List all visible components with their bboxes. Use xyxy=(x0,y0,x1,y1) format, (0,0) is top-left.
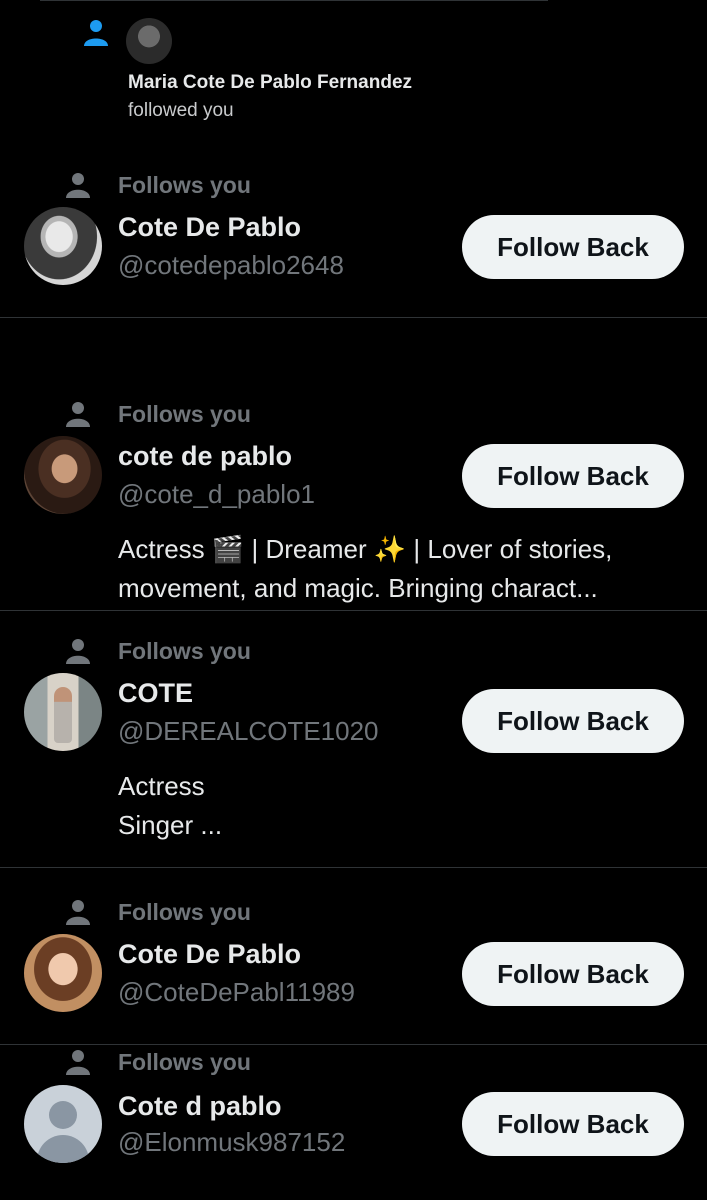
follow-back-button[interactable]: Follow Back xyxy=(462,444,684,508)
follower-row[interactable]: Follows you cote de pablo @cote_d_pablo1… xyxy=(0,389,707,611)
avatar[interactable] xyxy=(24,934,102,1012)
follower-row[interactable]: Follows you Cote De Pablo @cotedepablo26… xyxy=(0,160,707,318)
follower-bio: Actress 🎬 | Dreamer ✨ | Lover of stories… xyxy=(118,530,688,608)
follower-handle[interactable]: @cotedepablo2648 xyxy=(118,250,344,281)
person-icon xyxy=(84,20,108,46)
person-icon xyxy=(66,639,90,664)
follows-you-indicator: Follows you xyxy=(64,1047,251,1077)
follower-name[interactable]: Cote De Pablo xyxy=(118,212,301,243)
bio-line: movement, and magic. Bringing charact... xyxy=(118,573,598,603)
follows-you-label: Follows you xyxy=(118,637,251,664)
row-divider xyxy=(0,867,707,868)
follower-name[interactable]: Cote De Pablo xyxy=(118,939,301,970)
bio-line: Actress 🎬 | Dreamer ✨ | Lover of stories… xyxy=(118,534,613,564)
follower-name[interactable]: cote de pablo xyxy=(118,441,292,472)
follow-back-button[interactable]: Follow Back xyxy=(462,215,684,279)
follower-handle[interactable]: @CoteDePabl11989 xyxy=(118,977,355,1008)
avatar[interactable] xyxy=(24,207,102,285)
default-avatar-icon[interactable] xyxy=(24,1085,102,1163)
bio-line: Actress xyxy=(118,771,205,801)
follows-you-label: Follows you xyxy=(118,171,251,198)
bio-line: Singer ... xyxy=(118,810,223,840)
row-divider xyxy=(0,610,707,611)
follows-you-indicator: Follows you xyxy=(64,636,251,666)
person-icon xyxy=(66,900,90,925)
follower-row[interactable]: Follows you Cote De Pablo @CoteDePabl119… xyxy=(0,887,707,1045)
notification-avatar[interactable] xyxy=(126,18,172,64)
follower-row[interactable]: Follows you Cote d pablo @Elonmusk987152… xyxy=(0,1047,707,1200)
follows-you-indicator: Follows you xyxy=(64,897,251,927)
follow-back-button[interactable]: Follow Back xyxy=(462,942,684,1006)
follows-you-label: Follows you xyxy=(118,400,251,427)
follows-you-label: Follows you xyxy=(118,1048,251,1075)
follow-notification[interactable]: Maria Cote De Pablo Fernandez followed y… xyxy=(0,0,707,140)
follower-handle[interactable]: @DEREALCOTE1020 xyxy=(118,716,379,747)
follower-handle[interactable]: @cote_d_pablo1 xyxy=(118,479,315,510)
follow-back-button[interactable]: Follow Back xyxy=(462,1092,684,1156)
row-divider xyxy=(0,1044,707,1045)
person-icon xyxy=(66,1050,90,1075)
follow-back-button[interactable]: Follow Back xyxy=(462,689,684,753)
notification-user-name[interactable]: Maria Cote De Pablo Fernandez xyxy=(128,72,412,94)
avatar[interactable] xyxy=(24,436,102,514)
avatar[interactable] xyxy=(24,673,102,751)
follower-bio: Actress Singer ... xyxy=(118,767,688,845)
follows-you-indicator: Follows you xyxy=(64,399,251,429)
follows-you-indicator: Follows you xyxy=(64,170,251,200)
row-divider xyxy=(0,317,707,318)
follower-row[interactable]: Follows you COTE @DEREALCOTE1020 Follow … xyxy=(0,626,707,868)
person-icon xyxy=(66,173,90,198)
follower-handle[interactable]: @Elonmusk987152 xyxy=(118,1127,345,1158)
notification-text: followed you xyxy=(128,100,234,121)
follows-you-label: Follows you xyxy=(118,898,251,925)
follower-name[interactable]: COTE xyxy=(118,678,193,709)
person-icon xyxy=(66,402,90,427)
follower-name[interactable]: Cote d pablo xyxy=(118,1091,282,1122)
